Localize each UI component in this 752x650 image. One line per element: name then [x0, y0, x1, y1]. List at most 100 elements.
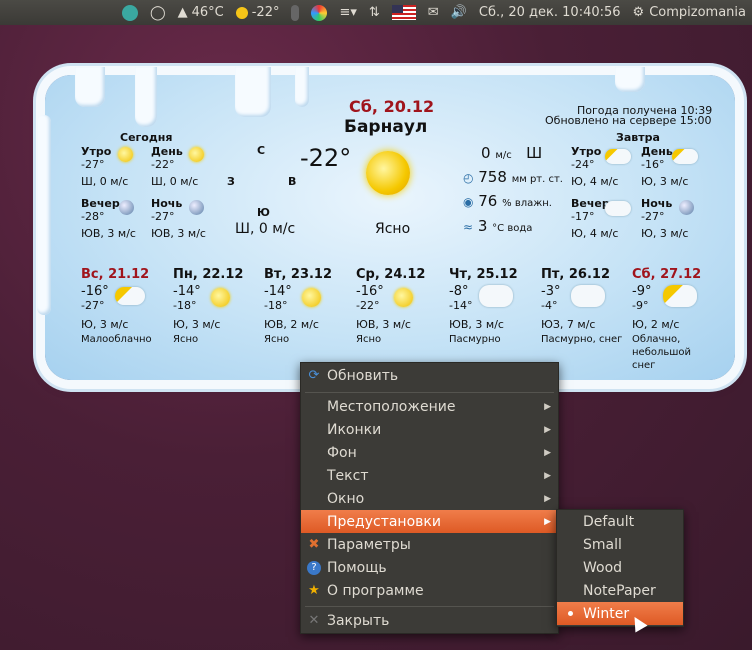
- bulb-icon[interactable]: ◯: [144, 0, 172, 25]
- droplet-icon: ◉: [463, 195, 474, 209]
- compass-west: З: [227, 175, 235, 188]
- menu-item-icons[interactable]: Иконки ▶: [301, 418, 558, 441]
- microphone-icon[interactable]: [285, 0, 305, 25]
- menu-item-location[interactable]: Местоположение ▶: [301, 395, 558, 418]
- menu-item-help[interactable]: ? Помощь: [301, 556, 558, 579]
- menu-item-text[interactable]: Текст ▶: [301, 464, 558, 487]
- current-date: Сб, 20.12: [349, 97, 435, 116]
- menu-item-settings[interactable]: ✖ Параметры: [301, 533, 558, 556]
- sun-icon: [189, 147, 204, 162]
- submenu-arrow-icon: ▶: [544, 470, 551, 481]
- compass-east: В: [288, 175, 297, 188]
- wind-speed-row: 0 м/с Ш: [481, 144, 543, 162]
- menu-separator: [305, 392, 554, 393]
- compass-north: С: [257, 144, 266, 157]
- menu-item-about[interactable]: ★ О программе: [301, 579, 558, 602]
- username: Compizomania: [649, 5, 746, 20]
- cpu-temp: 46°C: [191, 5, 224, 20]
- media-player-icon[interactable]: [305, 0, 333, 25]
- gear-icon: ⚙: [632, 5, 645, 20]
- icicle-decoration: [37, 115, 51, 315]
- thermometer-icon: ▲: [177, 5, 188, 20]
- sun-icon: [394, 288, 413, 307]
- icicle-decoration: [235, 67, 271, 117]
- menu-item-window[interactable]: Окно ▶: [301, 487, 558, 510]
- today-label: Сегодня: [120, 131, 173, 144]
- partly-cloudy-icon: [672, 149, 698, 164]
- sun-icon: [235, 6, 248, 19]
- cloudy-icon: [479, 285, 513, 307]
- radio-selected-icon: [568, 611, 573, 616]
- preset-notepaper[interactable]: NotePaper: [557, 579, 683, 602]
- tomorrow-label: Завтра: [616, 131, 660, 144]
- icicle-decoration: [135, 67, 157, 127]
- context-menu: ⟳ Обновить Местоположение ▶ Иконки ▶ Фон…: [300, 362, 559, 634]
- keyboard-layout-flag-icon[interactable]: [386, 0, 422, 25]
- moon-icon: [189, 200, 204, 215]
- moon-icon: [679, 200, 694, 215]
- compass-south: Ю: [257, 206, 270, 219]
- help-icon: ?: [306, 560, 322, 576]
- city-name: Барнаул: [344, 117, 428, 137]
- submenu-arrow-icon: ▶: [544, 401, 551, 412]
- preset-default[interactable]: Default: [557, 510, 683, 533]
- pressure-icon: ◴: [463, 171, 474, 185]
- cloudy-icon: [605, 201, 631, 216]
- submenu-arrow-icon: ▶: [544, 424, 551, 435]
- clock[interactable]: Сб., 20 дек. 10:40:56: [473, 0, 627, 25]
- preset-winter[interactable]: Winter: [557, 602, 683, 625]
- submenu-arrow-icon: ▶: [544, 493, 551, 504]
- preset-small[interactable]: Small: [557, 533, 683, 556]
- menu-item-close[interactable]: ✕ Закрыть: [301, 609, 558, 632]
- top-panel: ◯ ▲ 46°C -22° ≡▾ ⇅ ✉ 🔊 Сб., 20 дек. 10:40…: [0, 0, 752, 25]
- sun-large-icon: [366, 151, 410, 195]
- snow-cloud-icon: [571, 285, 605, 307]
- forecast-day: Сб, 27.12 -9° -9° Ю, 2 м/с Облачно, небо…: [632, 267, 702, 371]
- cpu-temp-indicator[interactable]: ▲ 46°C: [172, 0, 230, 25]
- sun-icon: [118, 147, 133, 162]
- menu-item-presets[interactable]: Предустановки ▶: [301, 510, 558, 533]
- refresh-icon: ⟳: [308, 368, 320, 383]
- current-condition: Ясно: [375, 221, 411, 237]
- icicle-decoration: [615, 67, 645, 92]
- menu-separator: [305, 606, 554, 607]
- forecast-day: Чт, 25.12 -8° -14° ЮВ, 3 м/с Пасмурно: [449, 267, 518, 345]
- weather-temp: -22°: [251, 5, 280, 20]
- mail-icon[interactable]: ✉: [422, 0, 445, 25]
- sun-icon: [302, 288, 321, 307]
- icicle-decoration: [75, 67, 105, 107]
- partly-cloudy-icon: [663, 285, 697, 307]
- volume-icon[interactable]: 🔊: [445, 0, 473, 25]
- humidity-row: ◉ 76 % влажн.: [463, 192, 552, 210]
- moon-icon: [119, 200, 134, 215]
- forecast-day: Пн, 22.12 -14° -18° Ю, 3 м/с Ясно: [173, 267, 244, 345]
- preset-wood[interactable]: Wood: [557, 556, 683, 579]
- weather-indicator[interactable]: -22°: [230, 0, 286, 25]
- forecast-day: Вс, 21.12 -16° -27° Ю, 3 м/с Малооблачно: [81, 267, 152, 345]
- menu-list-icon[interactable]: ≡▾: [333, 0, 362, 25]
- network-arrows-icon[interactable]: ⇅: [363, 0, 386, 25]
- tools-icon: ✖: [308, 537, 320, 552]
- star-icon: ★: [308, 583, 320, 598]
- forecast-day: Ср, 24.12 -16° -22° ЮВ, 3 м/с Ясно: [356, 267, 426, 345]
- partly-cloudy-icon: [115, 287, 145, 305]
- session-menu[interactable]: ⚙ Compizomania: [627, 0, 752, 25]
- current-wind: Ш, 0 м/с: [235, 221, 296, 237]
- water-waves-icon: ≈: [463, 220, 474, 234]
- icicle-decoration: [295, 67, 309, 107]
- updated-time: Обновлено на сервере 15:00: [545, 114, 712, 127]
- forecast-day: Вт, 23.12 -14° -18° ЮВ, 2 м/с Ясно: [264, 267, 333, 345]
- pressure-row: ◴ 758 мм рт. ст.: [463, 168, 563, 186]
- submenu-arrow-icon: ▶: [544, 516, 551, 527]
- current-temp: -22°: [300, 144, 352, 172]
- menu-item-background[interactable]: Фон ▶: [301, 441, 558, 464]
- close-icon: ✕: [308, 613, 320, 628]
- indicator-app-icon[interactable]: [116, 0, 144, 25]
- menu-item-refresh[interactable]: ⟳ Обновить: [301, 364, 558, 387]
- partly-cloudy-icon: [605, 149, 631, 164]
- presets-submenu: Default Small Wood NotePaper Winter: [556, 509, 684, 627]
- weather-widget[interactable]: Сегодня Сб, 20.12 Барнаул Погода получен…: [37, 67, 735, 380]
- water-temp-row: ≈ 3 °C вода: [463, 217, 533, 235]
- submenu-arrow-icon: ▶: [544, 447, 551, 458]
- sun-icon: [211, 288, 230, 307]
